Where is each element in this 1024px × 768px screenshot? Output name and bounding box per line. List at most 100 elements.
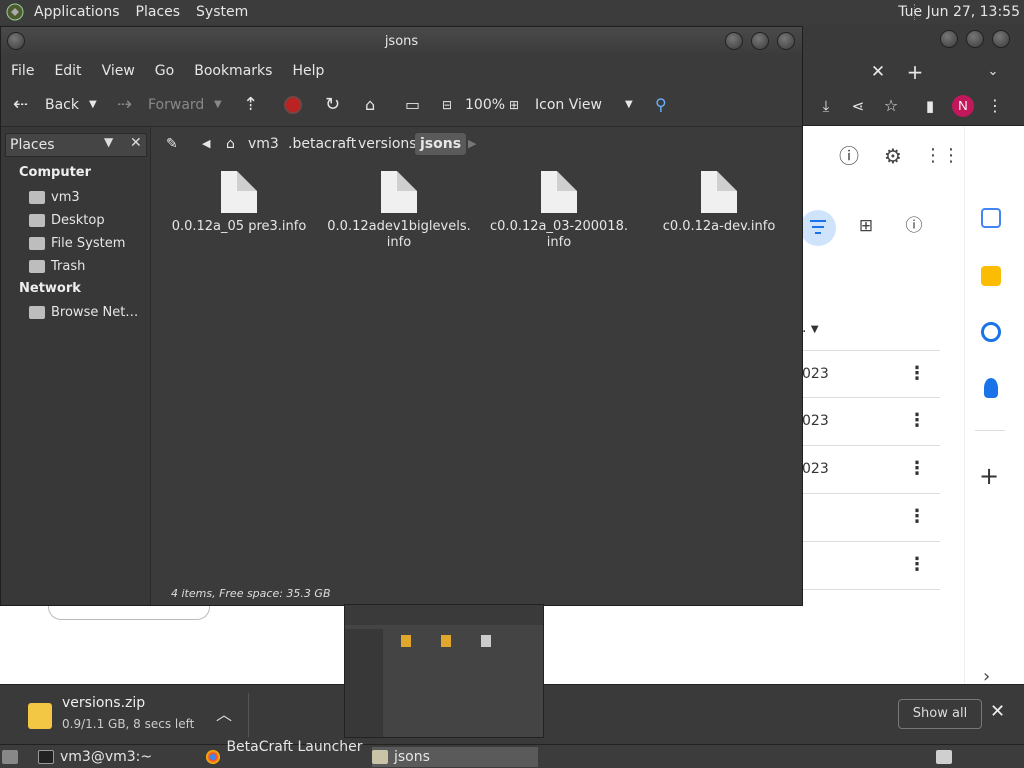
menu-help[interactable]: Help [282, 63, 334, 79]
settings-gear-icon[interactable]: ⚙ [882, 146, 904, 166]
show-all-button[interactable]: Show all [898, 699, 982, 729]
sidebar-mode-select[interactable]: Places [10, 137, 55, 153]
file-item[interactable]: 0.0.12a_05 pre3.info [159, 171, 319, 235]
close-tab-icon[interactable]: ✕ [867, 62, 889, 82]
contacts-icon[interactable] [984, 378, 998, 398]
new-tab-icon[interactable]: + [904, 62, 926, 82]
apps-grid-icon[interactable]: ⋮⋮ [924, 146, 960, 166]
chevron-up-icon[interactable]: ︿ [216, 701, 232, 725]
sidebar-item-file-system[interactable]: File System [29, 233, 125, 253]
menu-edit[interactable]: Edit [44, 63, 91, 79]
breadcrumb-versions[interactable]: versions [353, 133, 422, 155]
back-arrow-icon[interactable]: ⇠ [13, 95, 28, 115]
more-options-icon[interactable]: ⋮ [908, 506, 926, 527]
minimize-button[interactable] [725, 32, 743, 50]
close-icon[interactable]: ✕ [990, 701, 1005, 722]
sidebar-section-computer: Computer [19, 165, 92, 180]
file-item[interactable]: 0.0.12adev1biglevels. info [319, 171, 479, 251]
file-item[interactable]: c0.0.12a-dev.info [639, 171, 799, 235]
tasks-icon[interactable] [981, 322, 1001, 342]
download-file-name[interactable]: versions.zip [62, 695, 145, 711]
task-browser[interactable]: BetaCraft Launcher … [206, 739, 366, 768]
chevron-down-icon[interactable]: ▼ [104, 135, 113, 149]
window-preview-thumbnail[interactable] [344, 604, 544, 738]
filter-button[interactable] [800, 210, 836, 246]
search-icon[interactable]: ⚲ [655, 95, 667, 115]
breadcrumb-left-arrow-icon[interactable]: ◀ [197, 133, 215, 155]
calendar-icon[interactable] [981, 208, 1001, 228]
applications-menu[interactable]: Applications [26, 4, 128, 20]
forward-button[interactable]: Forward [148, 95, 204, 115]
menu-bookmarks[interactable]: Bookmarks [184, 63, 282, 79]
back-history-dropdown-icon[interactable]: ▼ [89, 95, 97, 115]
bookmark-star-icon[interactable]: ☆ [880, 96, 902, 116]
maximize-button[interactable] [751, 32, 769, 50]
list-item[interactable]: 023 ⋮ [802, 350, 940, 398]
folder-icon [441, 635, 451, 647]
file-view[interactable]: 0.0.12a_05 pre3.info 0.0.12adev1biglevel… [155, 161, 802, 605]
minimize-button[interactable] [940, 30, 958, 48]
menu-file[interactable]: File [1, 63, 44, 79]
system-logo-icon[interactable] [4, 1, 26, 23]
install-icon[interactable]: ⤓ [815, 96, 837, 116]
breadcrumb-vm3[interactable]: vm3 [243, 133, 284, 155]
help-icon[interactable]: ⓘ [838, 146, 860, 166]
share-icon[interactable]: ⋖ [847, 96, 869, 116]
side-panel-icon[interactable]: ▮ [919, 96, 941, 116]
sidebar-item-desktop[interactable]: Desktop [29, 210, 105, 230]
window-titlebar[interactable]: jsons [1, 27, 802, 57]
maximize-button[interactable] [966, 30, 984, 48]
close-sidebar-icon[interactable]: ✕ [130, 135, 142, 151]
system-menu[interactable]: System [188, 4, 256, 20]
view-mode-select[interactable]: Icon View [535, 95, 602, 115]
breadcrumb-jsons[interactable]: jsons [415, 133, 467, 155]
zoom-in-icon[interactable]: ⊞ [509, 95, 519, 115]
forward-arrow-icon[interactable]: ⇢ [117, 95, 132, 115]
menu-go[interactable]: Go [145, 63, 184, 79]
task-terminal[interactable]: vm3@vm3:~ [38, 747, 198, 767]
sidebar-item-vm3[interactable]: vm3 [29, 187, 80, 207]
list-item[interactable]: ⋮ [802, 542, 940, 590]
info-icon[interactable]: ⓘ [903, 216, 925, 236]
places-menu[interactable]: Places [128, 4, 189, 20]
more-options-icon[interactable]: ⋮ [908, 458, 926, 479]
close-window-button[interactable] [777, 32, 795, 50]
toggle-location-entry-icon[interactable]: ✎ [161, 133, 183, 155]
list-item[interactable]: 023 ⋮ [802, 446, 940, 494]
menu-view[interactable]: View [92, 63, 145, 79]
computer-icon[interactable]: ▭ [405, 95, 420, 115]
home-icon[interactable]: ⌂ [365, 95, 375, 115]
clock[interactable]: Tue Jun 27, 13:55 [898, 4, 1020, 20]
breadcrumb-betacraft[interactable]: .betacraft [283, 133, 361, 155]
list-item[interactable]: 023 ⋮ [802, 398, 940, 446]
up-arrow-icon[interactable]: ⇡ [243, 95, 258, 115]
more-options-icon[interactable]: ⋮ [908, 554, 926, 575]
close-window-button[interactable] [992, 30, 1010, 48]
zoom-out-icon[interactable]: ⊟ [442, 95, 452, 115]
home-folder-icon [29, 190, 45, 204]
workspace-switcher[interactable] [936, 747, 958, 767]
sidebar-item-trash[interactable]: Trash [29, 256, 85, 276]
sort-header[interactable]: . ▼ [802, 320, 819, 336]
breadcrumb-right-arrow-icon[interactable]: ▶ [463, 133, 481, 155]
show-desktop-button[interactable] [2, 747, 24, 767]
more-options-icon[interactable]: ⋮ [908, 363, 926, 384]
forward-history-dropdown-icon[interactable]: ▼ [214, 95, 222, 115]
grid-view-icon[interactable]: ⊞ [855, 216, 877, 236]
zoom-level[interactable]: 100% [465, 95, 505, 115]
side-apps-rail: + › [964, 126, 1024, 706]
sidebar-item-browse-network[interactable]: Browse Net… [29, 302, 138, 322]
tab-search-chevron-icon[interactable]: ⌄ [982, 62, 1004, 82]
file-item[interactable]: c0.0.12a_03-200018. info [479, 171, 639, 251]
task-jsons[interactable]: jsons [372, 747, 538, 767]
browser-menu-icon[interactable]: ⋮ [984, 96, 1006, 116]
keep-icon[interactable] [981, 266, 1001, 286]
back-button[interactable]: Back [45, 95, 79, 115]
list-item[interactable]: ⋮ [802, 494, 940, 542]
profile-avatar[interactable]: N [952, 95, 974, 117]
view-mode-dropdown-icon[interactable]: ▼ [625, 95, 633, 115]
reload-icon[interactable]: ↻ [325, 95, 340, 115]
add-addon-icon[interactable]: + [979, 462, 999, 490]
more-options-icon[interactable]: ⋮ [908, 410, 926, 431]
stop-icon[interactable] [284, 96, 302, 114]
